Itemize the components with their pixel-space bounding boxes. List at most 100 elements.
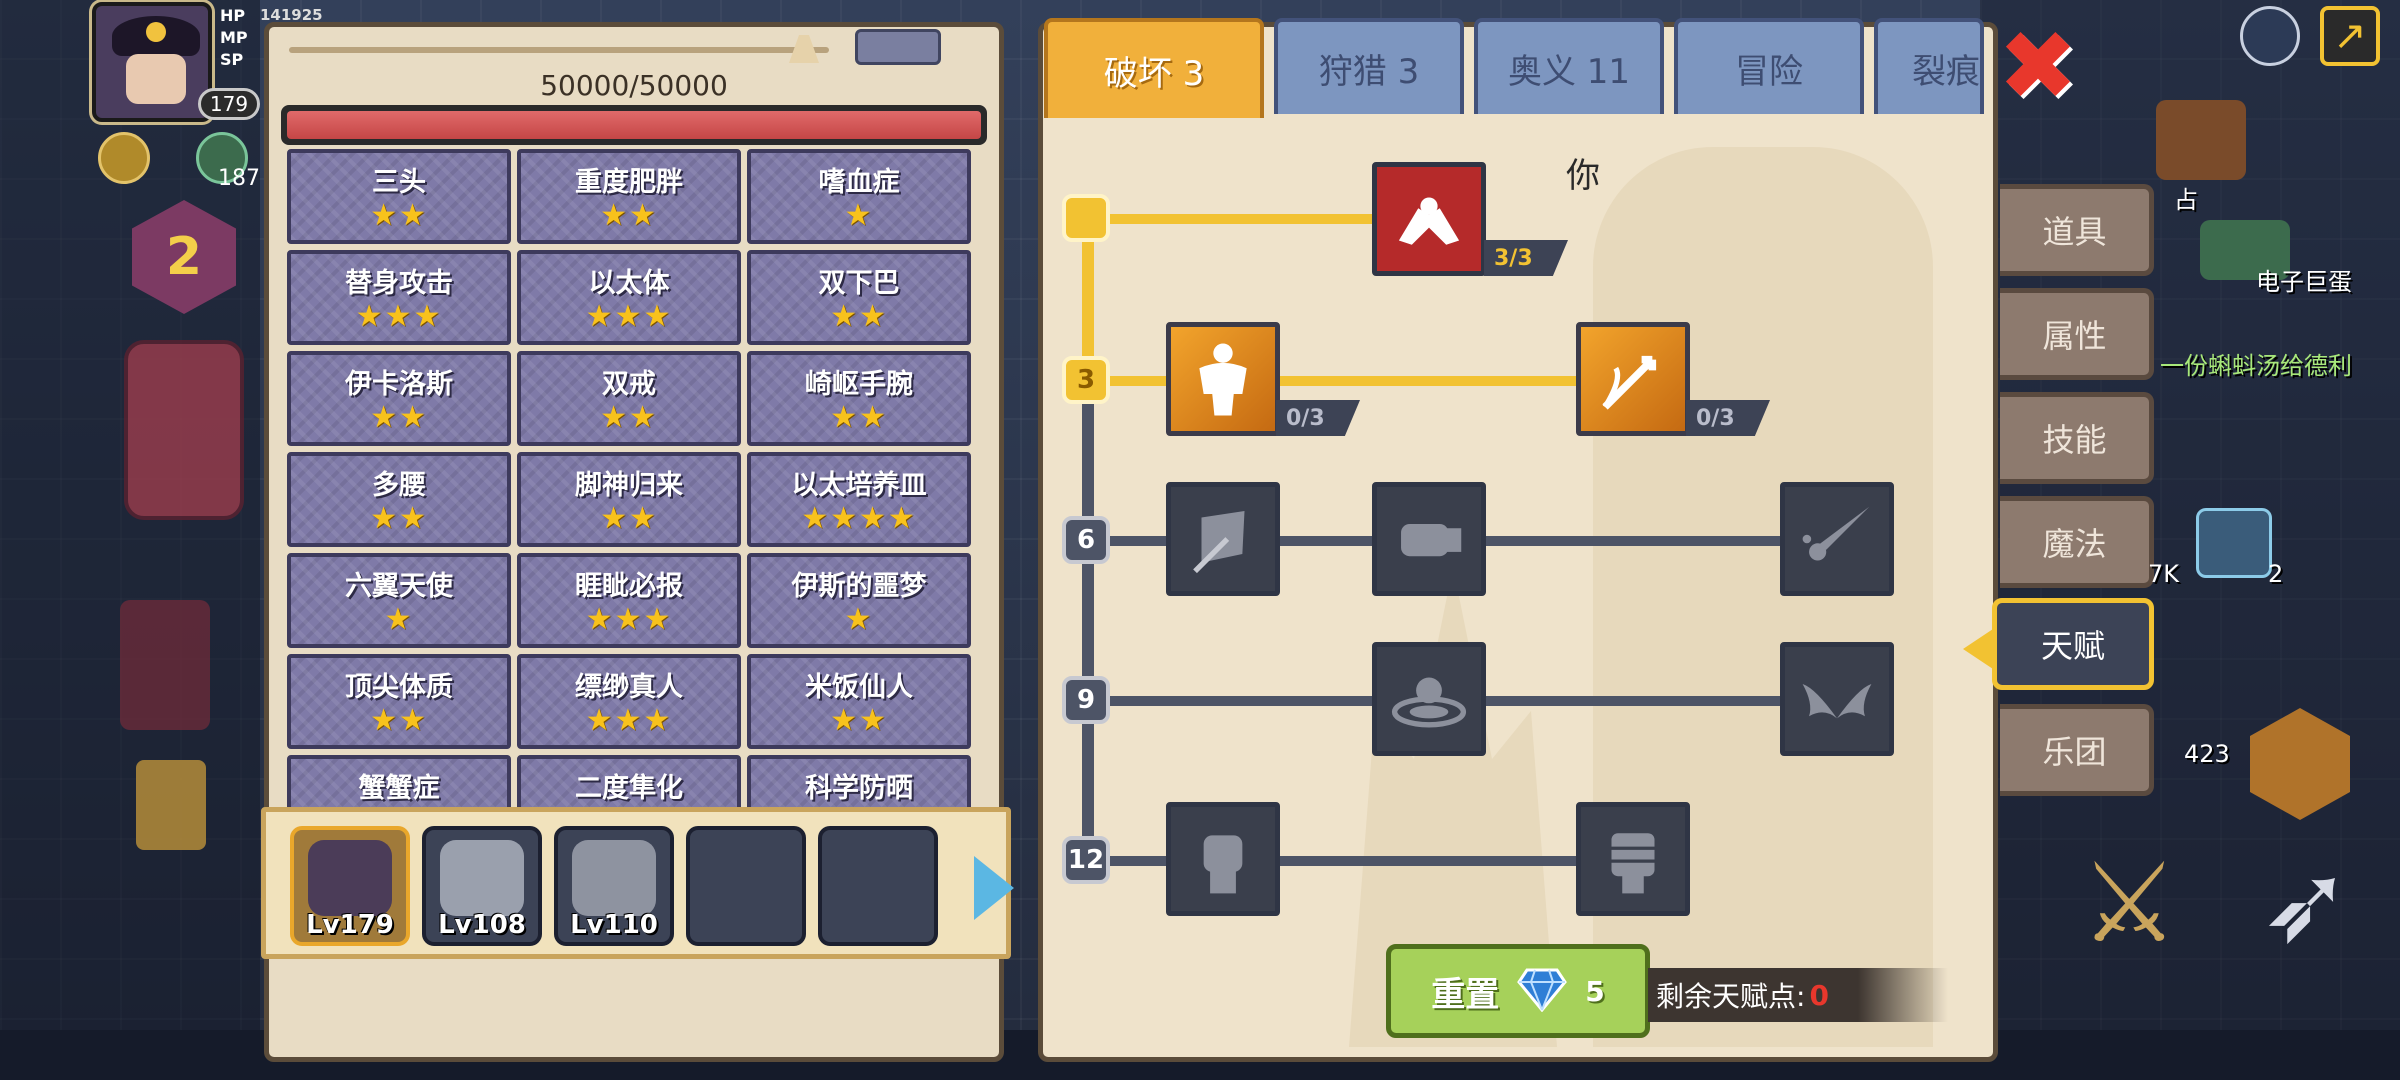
trait-cell[interactable]: 伊卡洛斯 ★★ [287, 351, 511, 446]
trait-cell[interactable]: 米饭仙人 ★★ [747, 654, 971, 749]
trait-name: 崎岖手腕 [805, 369, 913, 400]
trait-name: 米饭仙人 [805, 672, 913, 703]
skill-arrow-strike[interactable] [1576, 322, 1690, 436]
chair-prop [120, 600, 210, 730]
trait-cell[interactable]: 脚神归来 ★★ [517, 452, 741, 547]
trait-cell[interactable]: 睚眦必报 ★★★ [517, 553, 741, 648]
party-slot[interactable]: Lv108 [422, 826, 542, 946]
points-label: 剩余天赋点: [1656, 980, 1806, 1013]
trait-cell[interactable]: 替身攻击 ★★★ [287, 250, 511, 345]
skill-wrapped-fist[interactable] [1576, 802, 1690, 916]
trait-cell[interactable]: 双戒 ★★ [517, 351, 741, 446]
tab-adventure[interactable]: 冒险 [1674, 18, 1864, 114]
trait-cell[interactable]: 以太培养皿 ★★★★ [747, 452, 971, 547]
trait-cell[interactable]: 伊斯的噩梦 ★ [747, 553, 971, 648]
hp-bar [281, 105, 987, 145]
currency-count: 187 [218, 166, 260, 191]
sword-icon[interactable]: ⚔ [2080, 848, 2179, 958]
tab-rift[interactable]: 裂痕 [1874, 18, 1984, 114]
portrait-icon [440, 840, 524, 916]
trait-name: 多腰 [372, 470, 426, 501]
star-icon: ★★ [600, 400, 658, 435]
skill-fist-punch[interactable] [1372, 482, 1486, 596]
star-icon: ★★ [370, 400, 428, 435]
party-slot[interactable]: Lv179 [290, 826, 410, 946]
trait-cell[interactable]: 多腰 ★★ [287, 452, 511, 547]
side-item-band[interactable]: 乐团 [2000, 704, 2154, 796]
backpack-icon [124, 340, 244, 520]
skill-shield-slash[interactable] [1166, 482, 1280, 596]
panel-top-line [289, 47, 829, 53]
trait-cell[interactable]: 嗜血症 ★ [747, 149, 971, 244]
skill-blade-splash[interactable] [1780, 482, 1894, 596]
side-item-skills[interactable]: 技能 [2000, 392, 2154, 484]
globe-icon[interactable] [2240, 6, 2300, 66]
party-slot-empty[interactable] [686, 826, 806, 946]
gem-count: 2 [2268, 560, 2284, 588]
remaining-points: 剩余天赋点: 0 [1648, 968, 1948, 1022]
star-icon: ★★ [830, 299, 888, 334]
fist-punch-icon [1401, 523, 1462, 557]
trait-name: 替身攻击 [345, 268, 453, 299]
star-icon: ★ [844, 602, 874, 637]
tier-node: 9 [1062, 676, 1110, 724]
star-icon: ★★★ [585, 299, 673, 334]
trait-name: 重度肥胖 [575, 167, 683, 198]
party-slot-empty[interactable] [818, 826, 938, 946]
talent-tabs: 破坏 3 狩猎 3 奥义 11 冒险 裂痕 [1044, 18, 1984, 118]
skill-muscle-body[interactable] [1166, 322, 1280, 436]
skill-raised-fist[interactable] [1166, 802, 1280, 916]
trait-cell[interactable]: 六翼天使 ★ [287, 553, 511, 648]
bat-wings-icon [1802, 683, 1872, 719]
player-avatar[interactable] [92, 2, 212, 122]
skill-arm-wrestle[interactable] [1372, 162, 1486, 276]
points-value: 0 [1809, 978, 1829, 1012]
star-icon: ★★ [830, 400, 888, 435]
trait-name: 科学防晒 [805, 773, 913, 804]
character-panel: 50000/50000 三头 ★★ 重度肥胖 ★★ 嗜血症 ★ 替身攻击 ★★★ 以太体 ★★★ 双… [261, 22, 1014, 1062]
party-next-arrow-icon[interactable] [974, 856, 1014, 920]
party-slot[interactable]: Lv110 [554, 826, 674, 946]
star-icon: ★ [384, 602, 414, 637]
panel-top-tag[interactable] [855, 29, 941, 65]
side-item-attributes[interactable]: 属性 [2000, 288, 2154, 380]
bow-icon[interactable]: ➶ [2260, 848, 2352, 958]
star-icon: ★★ [370, 703, 428, 738]
arm-wrestle-icon [1398, 197, 1460, 245]
quest-text: 一份蝌蚪汤给德利 [2160, 352, 2352, 380]
exit-icon[interactable] [2320, 6, 2380, 66]
side-item-talent[interactable]: 天赋 [1963, 598, 2154, 690]
trait-cell[interactable]: 重度肥胖 ★★ [517, 149, 741, 244]
side-item-items[interactable]: 道具 [2000, 184, 2154, 276]
trait-cell[interactable]: 三头 ★★ [287, 149, 511, 244]
side-item-label: 天赋 [2040, 627, 2105, 665]
tab-mystery[interactable]: 奥义 11 [1474, 18, 1664, 114]
gem-icon [1517, 966, 1568, 1016]
skill-shockwave[interactable] [1372, 642, 1486, 756]
trait-cell[interactable]: 顶尖体质 ★★ [287, 654, 511, 749]
tier-node: 6 [1062, 516, 1110, 564]
scroll-count: 423 [2184, 740, 2230, 768]
skill-bat-wings[interactable] [1780, 642, 1894, 756]
trait-cell[interactable]: 缥缈真人 ★★★ [517, 654, 741, 749]
egg-label: 电子巨蛋 [2256, 268, 2352, 296]
trait-name: 顶尖体质 [345, 672, 453, 703]
arrow-strike-icon [1602, 355, 1657, 410]
trait-name: 缥缈真人 [575, 672, 683, 703]
star-icon: ★★ [370, 198, 428, 233]
gold-buff-icon[interactable] [98, 132, 150, 184]
trait-grid: 三头 ★★ 重度肥胖 ★★ 嗜血症 ★ 替身攻击 ★★★ 以太体 ★★★ 双下巴 ★★ 伊卡洛斯 ★★ 双戒… [287, 149, 977, 833]
trait-cell[interactable]: 以太体 ★★★ [517, 250, 741, 345]
close-icon[interactable]: ✖ [1998, 18, 2078, 114]
shockwave-icon [1391, 677, 1467, 728]
tab-destroy[interactable]: 破坏 3 [1044, 18, 1264, 118]
k-count: 7K [2148, 560, 2180, 588]
tab-hunt[interactable]: 狩猎 3 [1274, 18, 1464, 114]
raised-fist-icon [1203, 835, 1243, 894]
star-icon: ★★ [600, 501, 658, 536]
reset-button[interactable]: 重置 5 [1386, 944, 1650, 1038]
side-item-magic[interactable]: 魔法 [2000, 496, 2154, 588]
trait-cell[interactable]: 双下巴 ★★ [747, 250, 971, 345]
trait-cell[interactable]: 崎岖手腕 ★★ [747, 351, 971, 446]
party-slot-level: Lv108 [438, 910, 526, 940]
